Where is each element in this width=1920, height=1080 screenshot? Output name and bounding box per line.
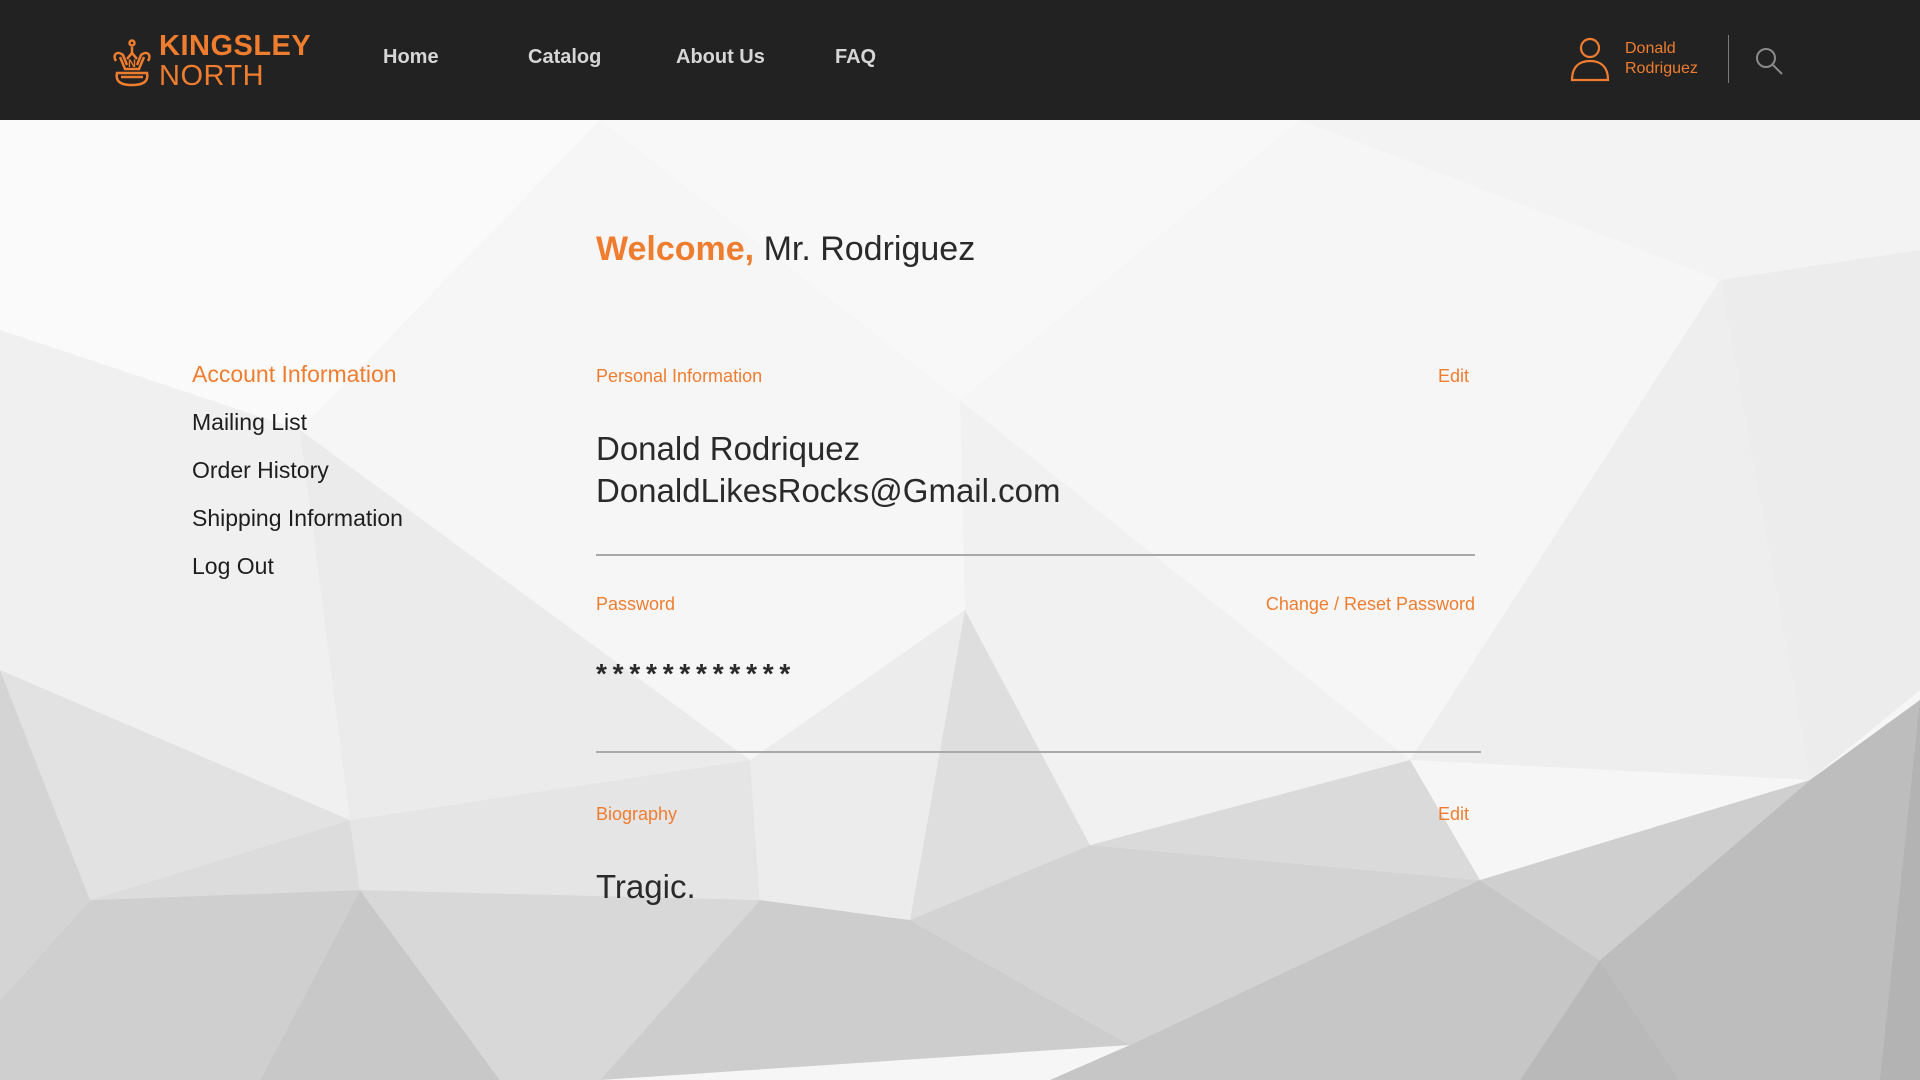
section-divider	[596, 554, 1475, 556]
sidebar-item-account-information[interactable]: Account Information	[192, 360, 403, 408]
brand-name-line1: KINGSLEY	[159, 29, 312, 62]
nav-about-us[interactable]: About Us	[676, 46, 765, 69]
welcome-heading: Welcome, Mr. Rodriguez	[596, 230, 975, 269]
section-divider	[596, 751, 1481, 753]
user-icon	[1570, 37, 1610, 82]
user-last-name: Rodriguez	[1625, 60, 1698, 77]
account-page: Welcome, Mr. Rodriguez Account Informati…	[0, 120, 1920, 1080]
sidebar-item-mailing-list[interactable]: Mailing List	[192, 408, 403, 456]
user-first-name: Donald	[1625, 40, 1676, 57]
brand-name-line2: NORTH	[159, 59, 265, 92]
password-label: Password	[596, 594, 676, 614]
change-reset-password-link[interactable]: Change / Reset Password	[1266, 594, 1475, 615]
welcome-name: Mr. Rodriguez	[763, 230, 976, 268]
personal-info-edit-link[interactable]: Edit	[1438, 366, 1469, 387]
top-navbar: N KINGSLEY NORTH Home Catalog About Us F…	[0, 0, 1920, 120]
nav-home[interactable]: Home	[383, 46, 439, 69]
personal-email: DonaldLikesRocks@Gmail.com	[596, 472, 1061, 509]
user-account-menu[interactable]: Donald Rodriguez	[1569, 36, 1698, 82]
password-masked-value: * * * * * * * * * * * *	[596, 658, 790, 689]
sidebar-item-order-history[interactable]: Order History	[192, 456, 403, 504]
personal-full-name: Donald Rodriquez	[596, 430, 861, 467]
header-divider	[1728, 35, 1729, 83]
personal-info-label: Personal Information	[596, 366, 763, 386]
welcome-greeting: Welcome,	[596, 230, 755, 268]
search-icon[interactable]	[1754, 46, 1784, 76]
sidebar-item-shipping-information[interactable]: Shipping Information	[192, 504, 403, 552]
biography-label: Biography	[596, 804, 678, 824]
account-sidebar: Account Information Mailing List Order H…	[192, 360, 403, 600]
biography-edit-link[interactable]: Edit	[1438, 804, 1469, 825]
nav-faq[interactable]: FAQ	[835, 46, 876, 69]
nav-catalog[interactable]: Catalog	[528, 46, 601, 69]
biography-text: Tragic.	[596, 868, 696, 905]
brand-logo[interactable]: N KINGSLEY NORTH	[111, 29, 312, 92]
svg-text:N: N	[128, 58, 136, 70]
crown-logo-icon: N	[113, 39, 151, 87]
sidebar-item-log-out[interactable]: Log Out	[192, 552, 403, 600]
